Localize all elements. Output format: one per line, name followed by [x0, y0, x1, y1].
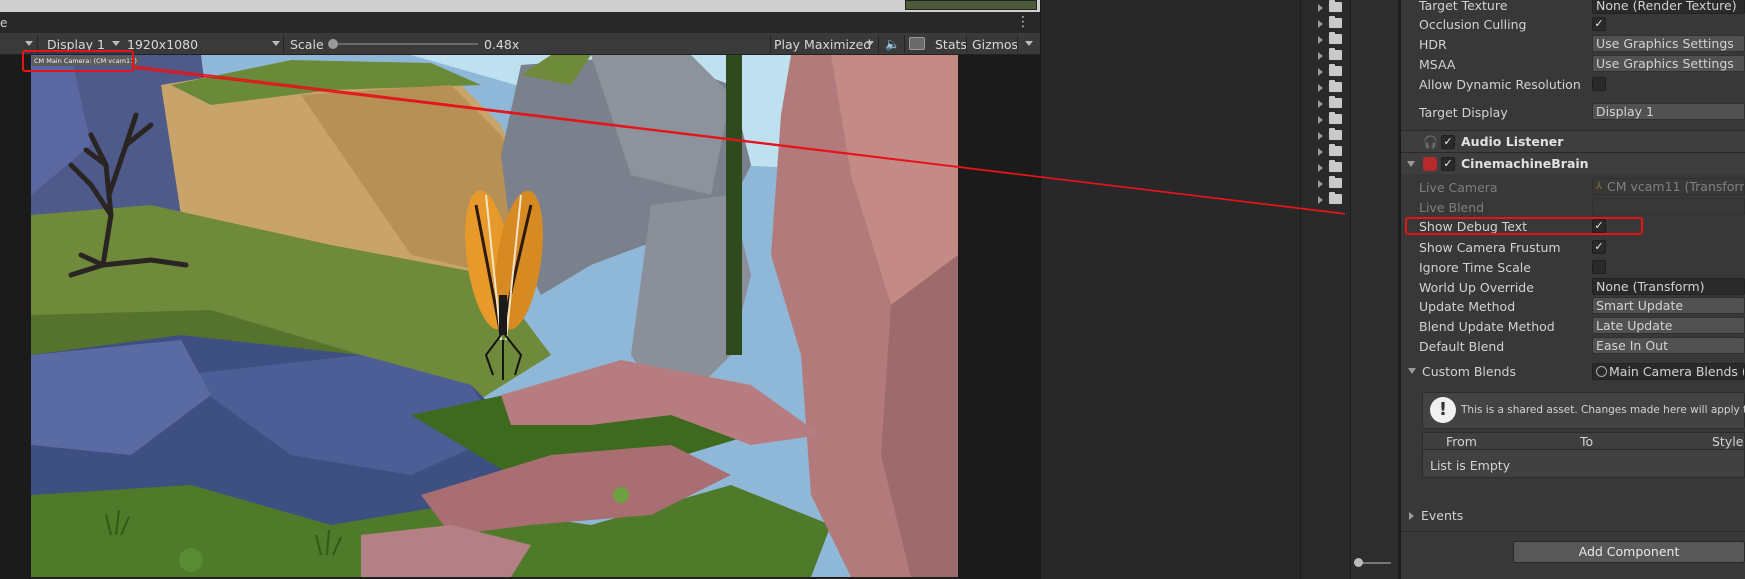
annotation-box-show-debug-text — [1405, 217, 1643, 235]
screen-root: e ⋮ Display 1 1920x1080 Scale 0.48x Play… — [0, 0, 1745, 579]
annotation-line — [132, 65, 1346, 215]
annotation-lines — [132, 65, 1346, 215]
annotation-box-debug-text — [22, 50, 134, 72]
